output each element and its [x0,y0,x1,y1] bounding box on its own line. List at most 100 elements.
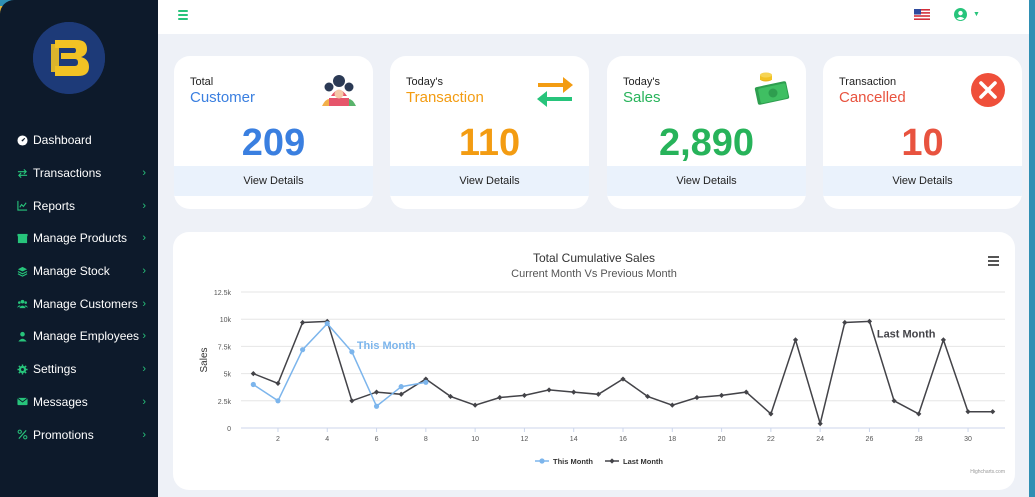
users-icon [16,298,28,310]
user-tie-icon [16,330,28,342]
data-point [349,349,355,355]
view-details-link[interactable]: View Details [607,166,806,196]
data-point [373,389,380,395]
chevron-right-icon: › [142,428,146,441]
percent-icon [16,429,28,441]
sidebar-item-messages[interactable]: Messages › [0,386,158,419]
card-label-small: Total [190,76,214,88]
sidebar-item-label: Manage Customers [33,296,138,311]
data-point [275,380,281,386]
sidebar-item-label: Manage Products [33,231,128,246]
exchange-icon [16,167,28,179]
data-point [694,394,700,401]
stat-card-customer: Total Customer 209 View Details [174,56,373,209]
data-point [792,337,799,343]
chevron-right-icon: › [142,232,146,245]
chevron-right-icon: › [142,297,146,310]
data-point [275,398,281,404]
view-details-link[interactable]: View Details [823,166,1022,196]
sidebar-nav: Dashboard Transactions › Reports › Manage Pro… [0,124,158,451]
sales-line-chart: 02.5k5k7.5k10k12.5k2 4 6 8 10 12 14 16 18 20 22 24 2… [199,290,1005,466]
data-point [497,394,503,401]
x-tick-label: 12 [521,436,529,443]
sidebar-item-manage-employees[interactable]: Manage Employees › [0,320,158,353]
us-flag-icon[interactable] [914,9,930,20]
x-tick-label: 28 [915,436,923,443]
data-point [990,409,996,415]
sidebar-item-manage-customers[interactable]: Manage Customers › [0,287,158,320]
sidebar-item-promotions[interactable]: Promotions › [0,418,158,451]
sidebar-item-manage-products[interactable]: Manage Products › [0,222,158,255]
brand-logo[interactable] [33,22,105,94]
sidebar-item-dashboard[interactable]: Dashboard [0,124,158,157]
box-icon [16,232,28,244]
card-label-small: Today's [406,76,443,88]
cancel-icon [968,72,1008,108]
view-details-link[interactable]: View Details [174,166,373,196]
card-label-big: Customer [190,89,256,106]
y-tick-label: 7.5k [218,344,232,351]
data-point [817,421,823,427]
chevron-down-icon: ▼ [973,11,980,18]
sidebar-item-label: Manage Stock [33,264,110,279]
x-tick-label: 18 [668,436,676,443]
data-point [546,387,552,393]
y-tick-label: 12.5k [214,290,232,297]
data-point [349,398,355,404]
data-point [398,384,404,390]
x-tick-label: 22 [767,436,775,443]
x-tick-label: 4 [325,436,329,443]
y-tick-label: 10k [220,317,232,324]
sidebar-item-manage-stock[interactable]: Manage Stock › [0,255,158,288]
data-point [669,402,675,408]
data-point [300,347,306,353]
y-tick-label: 0 [227,426,231,433]
sidebar-item-reports[interactable]: Reports › [0,189,158,222]
view-details-link[interactable]: View Details [390,166,589,196]
data-point [250,381,256,388]
sidebar-item-label: Settings [33,362,77,377]
user-menu-button[interactable]: ▼ [954,8,980,21]
main-area: ▼ Total Customer 209 View Details Today's Tra… [158,0,1029,497]
data-point [324,320,330,327]
hamburger-menu-icon[interactable] [178,10,188,20]
x-tick-label: 6 [375,436,379,443]
sidebar-item-label: Promotions [33,427,94,442]
data-point [965,409,971,415]
card-label-small: Transaction [839,76,897,88]
x-tick-label: 26 [866,436,874,443]
series-label-last-month: Last Month [877,329,936,341]
x-tick-label: 30 [964,436,972,443]
sidebar-item-transactions[interactable]: Transactions › [0,157,158,190]
chart-icon [16,200,28,212]
sidebar-item-label: Manage Employees [33,329,140,344]
series-label-this-month: This Month [357,340,416,352]
transfer-arrows-icon [535,72,575,108]
card-label-big: Cancelled [839,89,906,106]
data-point [300,319,306,326]
y-tick-label: 2.5k [218,399,232,406]
sidebar-item-label: Transactions [33,166,102,181]
sidebar-item-settings[interactable]: Settings › [0,353,158,386]
data-point [423,379,429,385]
envelope-icon [16,396,28,408]
card-value: 2,890 [658,122,755,164]
chevron-right-icon: › [142,167,146,180]
sidebar-item-label: Dashboard [33,133,92,148]
data-point [940,337,946,343]
data-point [472,402,478,408]
data-point [891,398,897,404]
card-value: 10 [901,122,944,164]
x-tick-label: 16 [619,436,627,443]
stat-card-cancelled: Transaction Cancelled 10 View Details [823,56,1022,209]
card-label-big: Sales [623,89,661,106]
chart-credit: Highcharts.com [970,469,1005,475]
card-value: 209 [241,122,306,164]
sidebar-item-label: Messages [33,394,88,409]
chevron-right-icon: › [142,330,146,343]
sales-chart-card: Total Cumulative Sales Current Month Vs … [173,232,1015,490]
stat-card-sales: Today's Sales 2,890 View Details [607,56,806,209]
chevron-right-icon: › [142,199,146,212]
card-label-small: Today's [623,76,660,88]
legend-last-month-label: Last Month [623,457,663,466]
